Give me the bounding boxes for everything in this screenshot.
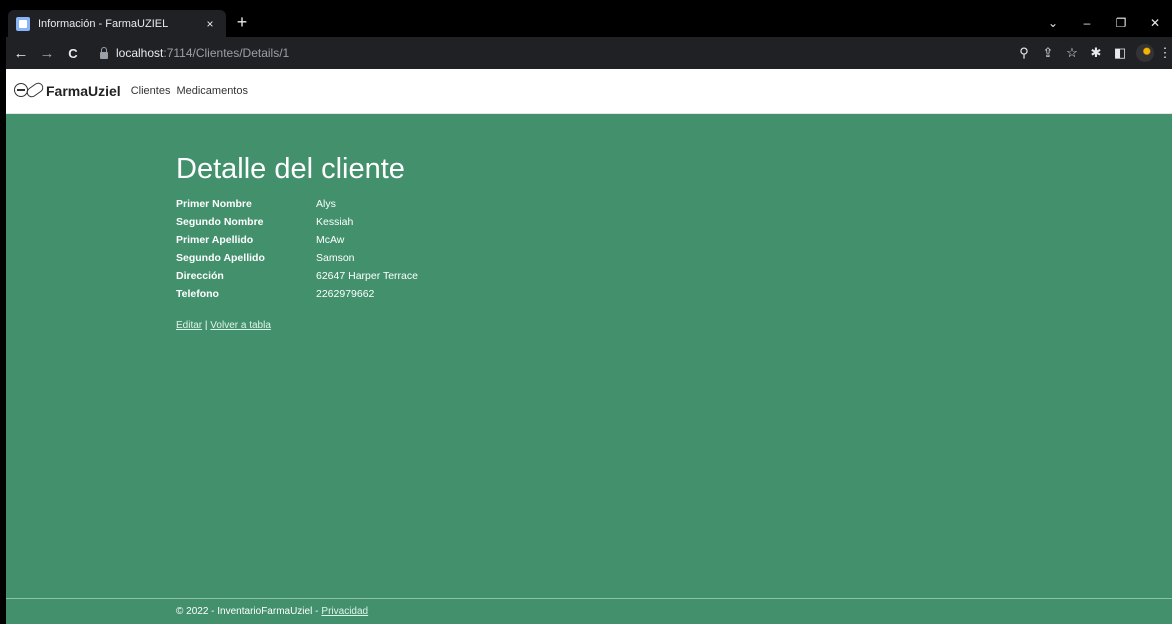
- extensions-icon[interactable]: ✱: [1084, 45, 1108, 61]
- field-value: 62647 Harper Terrace: [316, 270, 418, 282]
- detail-actions: Editar | Volver a tabla: [176, 320, 516, 331]
- field-value: Alys: [316, 198, 336, 210]
- nav-link-medicamentos[interactable]: Medicamentos: [176, 85, 248, 97]
- close-window-icon[interactable]: ✕: [1138, 16, 1172, 30]
- field-value: 2262979662: [316, 288, 375, 300]
- forward-icon[interactable]: →: [36, 45, 58, 62]
- page-title: Detalle del cliente: [176, 153, 405, 185]
- zoom-icon[interactable]: ⚲: [1012, 45, 1036, 61]
- field-label: Primer Nombre: [176, 198, 252, 210]
- footer-text: © 2022 - InventarioFarmaUziel -: [176, 606, 319, 617]
- menu-icon[interactable]: ⋮: [1158, 45, 1172, 61]
- field-value: McAw: [316, 234, 345, 246]
- tab-search-icon[interactable]: ⌄: [1036, 16, 1070, 30]
- back-icon[interactable]: ←: [10, 45, 32, 62]
- tab-strip: Información - FarmaUZIEL × + ⌄ – ❐ ✕: [6, 8, 1172, 37]
- link-separator: |: [204, 320, 208, 331]
- tab-title: Información - FarmaUZIEL: [38, 17, 169, 30]
- field-label: Dirección: [176, 270, 224, 282]
- field-value: Samson: [316, 252, 355, 264]
- browser-toolbar: ← → C localhost :7114/Clientes/Details/1…: [6, 37, 1172, 69]
- field-label: Segundo Apellido: [176, 252, 265, 264]
- nav-link-clientes[interactable]: Clientes: [131, 85, 171, 97]
- brand-link[interactable]: FarmaUziel: [46, 83, 121, 99]
- new-tab-button[interactable]: +: [232, 12, 252, 32]
- field-label: Primer Apellido: [176, 234, 254, 246]
- field-value: Kessiah: [316, 216, 354, 228]
- toolbar-icons: ⚲ ⇪ ☆ ✱ ◧ ⋮: [1012, 37, 1172, 69]
- site-footer: © 2022 - InventarioFarmaUziel - Privacid…: [6, 598, 1172, 624]
- close-tab-icon[interactable]: ×: [202, 17, 218, 31]
- profile-avatar-icon[interactable]: [1136, 44, 1154, 62]
- url-host: localhost: [116, 46, 164, 60]
- reload-icon[interactable]: C: [62, 46, 84, 61]
- url-path: :7114/Clientes/Details/1: [163, 46, 290, 60]
- bookmark-star-icon[interactable]: ☆: [1060, 45, 1084, 61]
- edit-link[interactable]: Editar: [176, 320, 202, 331]
- pills-logo-icon[interactable]: [14, 80, 46, 101]
- field-label: Segundo Nombre: [176, 216, 264, 228]
- browser-tab[interactable]: Información - FarmaUZIEL ×: [8, 10, 226, 37]
- privacy-link[interactable]: Privacidad: [321, 606, 368, 617]
- field-label: Telefono: [176, 288, 219, 300]
- lock-icon[interactable]: [100, 46, 108, 59]
- detail-list: Primer Nombre Alys Segundo Nombre Kessia…: [176, 198, 516, 300]
- share-icon[interactable]: ⇪: [1036, 45, 1060, 61]
- restore-icon[interactable]: ❐: [1104, 16, 1138, 30]
- back-to-table-link[interactable]: Volver a tabla: [210, 320, 271, 331]
- page-content: FarmaUziel Clientes Medicamentos Detalle…: [6, 69, 1172, 624]
- client-detail: Detalle del cliente Primer Nombre Alys S…: [176, 153, 516, 331]
- side-panel-icon[interactable]: ◧: [1108, 45, 1132, 61]
- browser-window: Información - FarmaUZIEL × + ⌄ – ❐ ✕ ← →…: [6, 8, 1172, 624]
- page-favicon-icon: [16, 16, 30, 31]
- window-controls: ⌄ – ❐ ✕: [1036, 8, 1172, 37]
- address-bar[interactable]: localhost :7114/Clientes/Details/1: [100, 41, 960, 65]
- site-navbar: FarmaUziel Clientes Medicamentos: [6, 69, 1172, 114]
- minimize-icon[interactable]: –: [1070, 16, 1104, 30]
